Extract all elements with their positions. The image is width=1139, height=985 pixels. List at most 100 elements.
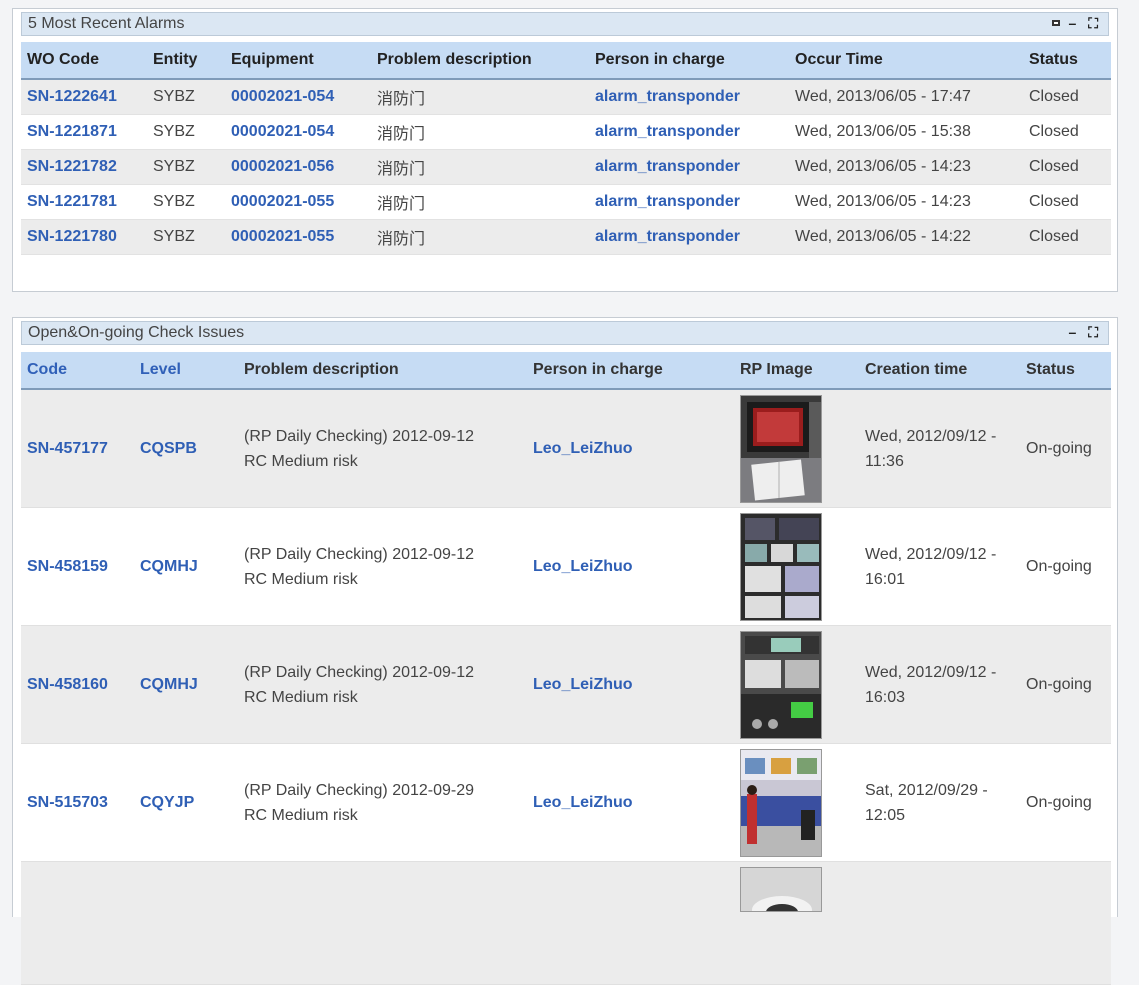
person-link[interactable]: alarm_transponder xyxy=(595,123,740,140)
column-header-level[interactable]: Level xyxy=(134,352,238,390)
table-row: SN-1221781 SYBZ 00002021-055 消防门 alarm_t… xyxy=(21,184,1111,220)
creation-time-cell: Wed, 2012/09/12 - 16:03 xyxy=(859,625,1020,744)
wo-code-link[interactable]: SN-1221782 xyxy=(27,158,117,175)
rp-image-cell xyxy=(734,625,859,744)
rp-image-cell xyxy=(734,861,859,985)
status-cell: Closed xyxy=(1023,184,1111,220)
wo-code-link[interactable]: SN-1222641 xyxy=(27,88,117,105)
store-counter-photo[interactable] xyxy=(740,748,822,857)
column-header-problem-description[interactable]: Problem description xyxy=(371,42,589,80)
status-cell: Closed xyxy=(1023,219,1111,255)
maximize-icon[interactable]: ⛶ xyxy=(1088,15,1102,31)
issue-code-link[interactable]: SN-457177 xyxy=(27,440,108,457)
maximize-icon[interactable]: ⛶ xyxy=(1088,324,1102,340)
column-header-entity[interactable]: Entity xyxy=(147,42,225,80)
time-line: Wed, 2012/09/12 - xyxy=(865,663,997,681)
recent-alarms-panel: 5 Most Recent Alarms – ⛶ WO Code Entity … xyxy=(12,8,1118,292)
table-row: SN-458159 CQMHJ (RP Daily Checking) 2012… xyxy=(21,507,1111,626)
column-header-creation-time[interactable]: Creation time xyxy=(859,352,1020,390)
status-cell: On-going xyxy=(1020,743,1111,862)
status-cell: On-going xyxy=(1020,625,1111,744)
column-header-equipment[interactable]: Equipment xyxy=(225,42,371,80)
table-row: SN-457177 CQSPB (RP Daily Checking) 2012… xyxy=(21,389,1111,508)
column-header-status[interactable]: Status xyxy=(1020,352,1111,390)
person-link[interactable]: Leo_LeiZhuo xyxy=(533,558,633,575)
equipment-link[interactable]: 00002021-055 xyxy=(231,228,334,245)
issue-code-link[interactable]: SN-458159 xyxy=(27,558,108,575)
occur-time-cell: Wed, 2013/06/05 - 17:47 xyxy=(789,79,1023,115)
entity-cell: SYBZ xyxy=(147,149,225,185)
control-room-monitor-photo[interactable] xyxy=(740,394,822,503)
level-link[interactable]: CQYJP xyxy=(140,794,194,811)
column-header-wo-code[interactable]: WO Code xyxy=(21,42,147,80)
issue-code-link[interactable]: SN-515703 xyxy=(27,794,108,811)
problem-line: RC Medium risk xyxy=(244,806,358,824)
ceiling-camera-photo[interactable] xyxy=(740,867,822,912)
rp-image-cell xyxy=(734,507,859,626)
level-link[interactable]: CQSPB xyxy=(140,440,197,457)
problem-line: (RP Daily Checking) 2012-09-12 xyxy=(244,427,475,445)
problem-cell: (RP Daily Checking) 2012-09-12 RC Medium… xyxy=(238,389,527,508)
minimize-icon[interactable]: – xyxy=(1069,324,1081,340)
person-link[interactable]: alarm_transponder xyxy=(595,228,740,245)
column-header-occur-time[interactable]: Occur Time xyxy=(789,42,1023,80)
equipment-link[interactable]: 00002021-054 xyxy=(231,88,334,105)
issues-table: Code Level Problem description Person in… xyxy=(21,352,1111,985)
equipment-link[interactable]: 00002021-056 xyxy=(231,158,334,175)
table-row: SN-1221871 SYBZ 00002021-054 消防门 alarm_t… xyxy=(21,114,1111,150)
cctv-monitors-photo[interactable] xyxy=(740,512,822,621)
problem-cell: (RP Daily Checking) 2012-09-12 RC Medium… xyxy=(238,507,527,626)
person-link[interactable]: Leo_LeiZhuo xyxy=(533,676,633,693)
column-header-problem-description[interactable]: Problem description xyxy=(238,352,527,390)
check-issues-panel: Open&On-going Check Issues – ⛶ Code Leve… xyxy=(12,317,1118,985)
column-header-rp-image[interactable]: RP Image xyxy=(734,352,859,390)
security-console-photo[interactable] xyxy=(740,630,822,739)
table-row: SN-1221780 SYBZ 00002021-055 消防门 alarm_t… xyxy=(21,219,1111,255)
person-link[interactable]: Leo_LeiZhuo xyxy=(533,794,633,811)
problem-cell: (RP Daily Checking) 2012-09-12 RC Medium… xyxy=(238,625,527,744)
wo-code-link[interactable]: SN-1221781 xyxy=(27,193,117,210)
wo-code-link[interactable]: SN-1221780 xyxy=(27,228,117,245)
entity-cell: SYBZ xyxy=(147,219,225,255)
settings-icon[interactable] xyxy=(1051,15,1069,31)
problem-cell: 消防门 xyxy=(371,149,589,185)
equipment-link[interactable]: 00002021-054 xyxy=(231,123,334,140)
column-header-person-in-charge[interactable]: Person in charge xyxy=(527,352,734,390)
table-header-row: Code Level Problem description Person in… xyxy=(21,352,1111,390)
column-header-person-in-charge[interactable]: Person in charge xyxy=(589,42,789,80)
column-header-status[interactable]: Status xyxy=(1023,42,1111,80)
time-line: Wed, 2012/09/12 - xyxy=(865,545,997,563)
occur-time-cell: Wed, 2013/06/05 - 14:23 xyxy=(789,149,1023,185)
creation-time-cell: Sat, 2012/09/29 - 12:05 xyxy=(859,743,1020,862)
problem-line: RC Medium risk xyxy=(244,688,358,706)
table-row: SN-1222641 SYBZ 00002021-054 消防门 alarm_t… xyxy=(21,79,1111,115)
occur-time-cell: Wed, 2013/06/05 - 15:38 xyxy=(789,114,1023,150)
column-header-code[interactable]: Code xyxy=(21,352,134,390)
person-link[interactable]: Leo_LeiZhuo xyxy=(533,440,633,457)
person-link[interactable]: alarm_transponder xyxy=(595,193,740,210)
issue-code-link[interactable]: SN-458160 xyxy=(27,676,108,693)
status-cell: Closed xyxy=(1023,114,1111,150)
equipment-link[interactable]: 00002021-055 xyxy=(231,193,334,210)
status-cell: On-going xyxy=(1020,507,1111,626)
level-link[interactable]: CQMHJ xyxy=(140,676,198,693)
wo-code-link[interactable]: SN-1221871 xyxy=(27,123,117,140)
problem-line: (RP Daily Checking) 2012-09-29 xyxy=(244,781,475,799)
minimize-icon[interactable]: – xyxy=(1069,15,1081,31)
table-header-row: WO Code Entity Equipment Problem descrip… xyxy=(21,42,1111,80)
person-link[interactable]: alarm_transponder xyxy=(595,88,740,105)
rp-image-cell xyxy=(734,743,859,862)
person-link[interactable]: alarm_transponder xyxy=(595,158,740,175)
time-line: 11:36 xyxy=(865,452,904,470)
problem-line: RC Medium risk xyxy=(244,570,358,588)
panel-title: 5 Most Recent Alarms xyxy=(28,15,185,32)
time-line: 12:05 xyxy=(865,806,906,824)
table-row xyxy=(21,861,1111,985)
occur-time-cell: Wed, 2013/06/05 - 14:22 xyxy=(789,219,1023,255)
recent-alarms-header: 5 Most Recent Alarms – ⛶ xyxy=(21,12,1109,36)
table-row: SN-458160 CQMHJ (RP Daily Checking) 2012… xyxy=(21,625,1111,744)
panel-title: Open&On-going Check Issues xyxy=(28,324,245,341)
rp-image-cell xyxy=(734,389,859,508)
problem-cell: 消防门 xyxy=(371,79,589,115)
level-link[interactable]: CQMHJ xyxy=(140,558,198,575)
